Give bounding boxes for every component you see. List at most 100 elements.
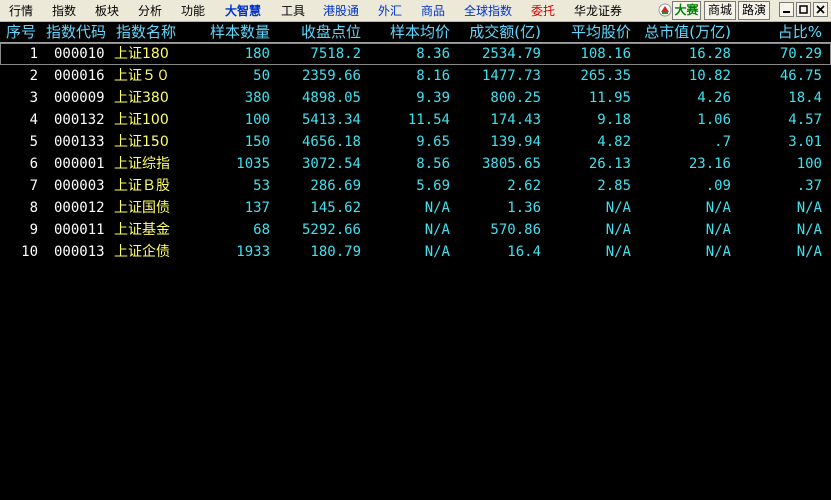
table-header: 序号 指数代码 指数名称 样本数量 收盘点位 样本均价 成交额(亿) 平均股价 … xyxy=(0,22,831,43)
cell-mcap: 4.26 xyxy=(697,90,731,106)
table-row[interactable]: 4 000132 上证100 100 5413.34 11.54 174.43 9.18 1.0… xyxy=(0,109,831,131)
cell-avg-price: 26.13 xyxy=(588,156,631,172)
col-header-turnover[interactable]: 成交额(亿) xyxy=(469,22,541,42)
cell-close: 286.69 xyxy=(310,178,361,194)
cell-close: 145.62 xyxy=(310,200,361,216)
cell-share: 100 xyxy=(796,156,822,172)
cell-avg-price: N/A xyxy=(605,244,631,260)
cell-count: 53 xyxy=(253,178,270,194)
cell-avg-price: 4.82 xyxy=(597,134,631,150)
cell-share: N/A xyxy=(796,222,822,238)
cell-code: 000133 xyxy=(54,134,105,150)
cell-avg: 5.69 xyxy=(416,178,450,194)
menu-item-trade[interactable]: 委托 xyxy=(531,4,555,18)
table-row[interactable]: 6 000001 上证综指 1035 3072.54 8.56 3805.65 26.13 23… xyxy=(0,153,831,175)
cell-count: 137 xyxy=(244,200,270,216)
cell-avg-price: 265.35 xyxy=(580,68,631,84)
cell-seq: 4 xyxy=(29,112,38,128)
menu-item-broker[interactable]: 华龙证券 xyxy=(574,4,622,18)
cell-turnover: 2534.79 xyxy=(481,46,541,62)
table-row[interactable]: 10 000013 上证企债 1933 180.79 N/A 16.4 N/A N/A N/A xyxy=(0,241,831,263)
cell-close: 7518.2 xyxy=(310,46,361,62)
cell-code: 000001 xyxy=(54,156,105,172)
cell-close: 4898.05 xyxy=(301,90,361,106)
cell-code: 000012 xyxy=(54,200,105,216)
menu-item-index[interactable]: 指数 xyxy=(52,4,76,18)
cell-share: N/A xyxy=(796,244,822,260)
col-header-share[interactable]: 占比% xyxy=(778,22,822,42)
cell-count: 1933 xyxy=(236,244,270,260)
menu-item-forex[interactable]: 外汇 xyxy=(378,4,402,18)
cell-avg: N/A xyxy=(424,222,450,238)
table-row[interactable]: 3 000009 上证380 380 4898.05 9.39 800.25 11.95 4.2… xyxy=(0,87,831,109)
cell-avg: 9.39 xyxy=(416,90,450,106)
menu-item-hk-connect[interactable]: 港股通 xyxy=(323,4,359,18)
cell-mcap: N/A xyxy=(705,222,731,238)
cell-seq: 9 xyxy=(29,222,38,238)
col-header-seq[interactable]: 序号 xyxy=(6,22,36,42)
col-header-avg-price[interactable]: 平均股价 xyxy=(571,22,631,42)
cell-turnover: 16.4 xyxy=(507,244,541,260)
cell-share: N/A xyxy=(796,200,822,216)
menu-item-global-index[interactable]: 全球指数 xyxy=(464,4,512,18)
menu-item-analysis[interactable]: 分析 xyxy=(138,4,162,18)
menu-item-commodities[interactable]: 商品 xyxy=(421,4,445,18)
cell-close: 180.79 xyxy=(310,244,361,260)
cell-mcap: N/A xyxy=(705,200,731,216)
menu-item-sector[interactable]: 板块 xyxy=(95,4,119,18)
col-header-mcap[interactable]: 总市值(万亿) xyxy=(644,22,731,42)
cell-avg-price: 2.85 xyxy=(597,178,631,194)
cell-name: 上证企债 xyxy=(114,244,170,260)
cell-seq: 3 xyxy=(29,90,38,106)
close-icon[interactable] xyxy=(813,2,828,17)
cell-mcap: .09 xyxy=(705,178,731,194)
cell-close: 5292.66 xyxy=(301,222,361,238)
col-header-close[interactable]: 收盘点位 xyxy=(301,22,361,42)
menu-bar: 行情 指数 板块 分析 功能 大智慧 工具 港股通 外汇 商品 全球指数 委托 … xyxy=(0,0,831,22)
col-header-name[interactable]: 指数名称 xyxy=(116,22,176,42)
table-row[interactable]: 7 000003 上证Ｂ股 53 286.69 5.69 2.62 2.85 .09 .37 xyxy=(0,175,831,197)
cell-code: 000132 xyxy=(54,112,105,128)
minimize-icon[interactable] xyxy=(779,2,794,17)
index-table: 序号 指数代码 指数名称 样本数量 收盘点位 样本均价 成交额(亿) 平均股价 … xyxy=(0,22,831,263)
cell-close: 5413.34 xyxy=(301,112,361,128)
cell-share: .37 xyxy=(796,178,822,194)
contest-button[interactable]: 大赛 xyxy=(672,1,701,20)
cell-count: 68 xyxy=(253,222,270,238)
restore-icon[interactable] xyxy=(796,2,811,17)
cell-share: 4.57 xyxy=(788,112,822,128)
cell-seq: 6 xyxy=(29,156,38,172)
cell-avg: N/A xyxy=(424,244,450,260)
menu-item-dzh[interactable]: 大智慧 xyxy=(225,4,261,18)
menu-item-quotes[interactable]: 行情 xyxy=(9,4,33,18)
cell-name: 上证180 xyxy=(114,46,169,62)
cell-mcap: 16.28 xyxy=(688,46,731,62)
table-row[interactable]: 5 000133 上证150 150 4656.18 9.65 139.94 4.82 .7 3.… xyxy=(0,131,831,153)
table-row[interactable]: 9 000011 上证基金 68 5292.66 N/A 570.86 N/A N/A N/A xyxy=(0,219,831,241)
cell-avg-price: 108.16 xyxy=(580,46,631,62)
cell-avg: 8.36 xyxy=(416,46,450,62)
cell-seq: 7 xyxy=(29,178,38,194)
roadshow-button[interactable]: 路演 xyxy=(738,1,770,20)
col-header-code[interactable]: 指数代码 xyxy=(46,22,106,42)
table-row[interactable]: 8 000012 上证国债 137 145.62 N/A 1.36 N/A N/A N/A xyxy=(0,197,831,219)
menu-item-functions[interactable]: 功能 xyxy=(181,4,205,18)
table-row[interactable]: 2 000016 上证５０ 50 2359.66 8.16 1477.73 265.35 10.… xyxy=(0,65,831,87)
cell-turnover: 2.62 xyxy=(507,178,541,194)
col-header-count[interactable]: 样本数量 xyxy=(210,22,270,42)
cell-avg: 8.16 xyxy=(416,68,450,84)
cell-count: 180 xyxy=(244,46,270,62)
mall-button[interactable]: 商城 xyxy=(704,1,736,20)
cell-code: 000011 xyxy=(54,222,105,238)
table-row[interactable]: 1 000010 上证180 180 7518.2 8.36 2534.79 108.16 16… xyxy=(0,43,831,65)
menu-item-tools[interactable]: 工具 xyxy=(281,4,305,18)
cell-name: 上证基金 xyxy=(114,222,170,238)
col-header-avg[interactable]: 样本均价 xyxy=(390,22,450,42)
cell-mcap: N/A xyxy=(705,244,731,260)
cell-name: 上证100 xyxy=(114,112,169,128)
cell-close: 4656.18 xyxy=(301,134,361,150)
cell-name: 上证Ｂ股 xyxy=(114,178,170,194)
cell-turnover: 800.25 xyxy=(490,90,541,106)
cell-name: 上证150 xyxy=(114,134,169,150)
cell-avg: 11.54 xyxy=(407,112,450,128)
